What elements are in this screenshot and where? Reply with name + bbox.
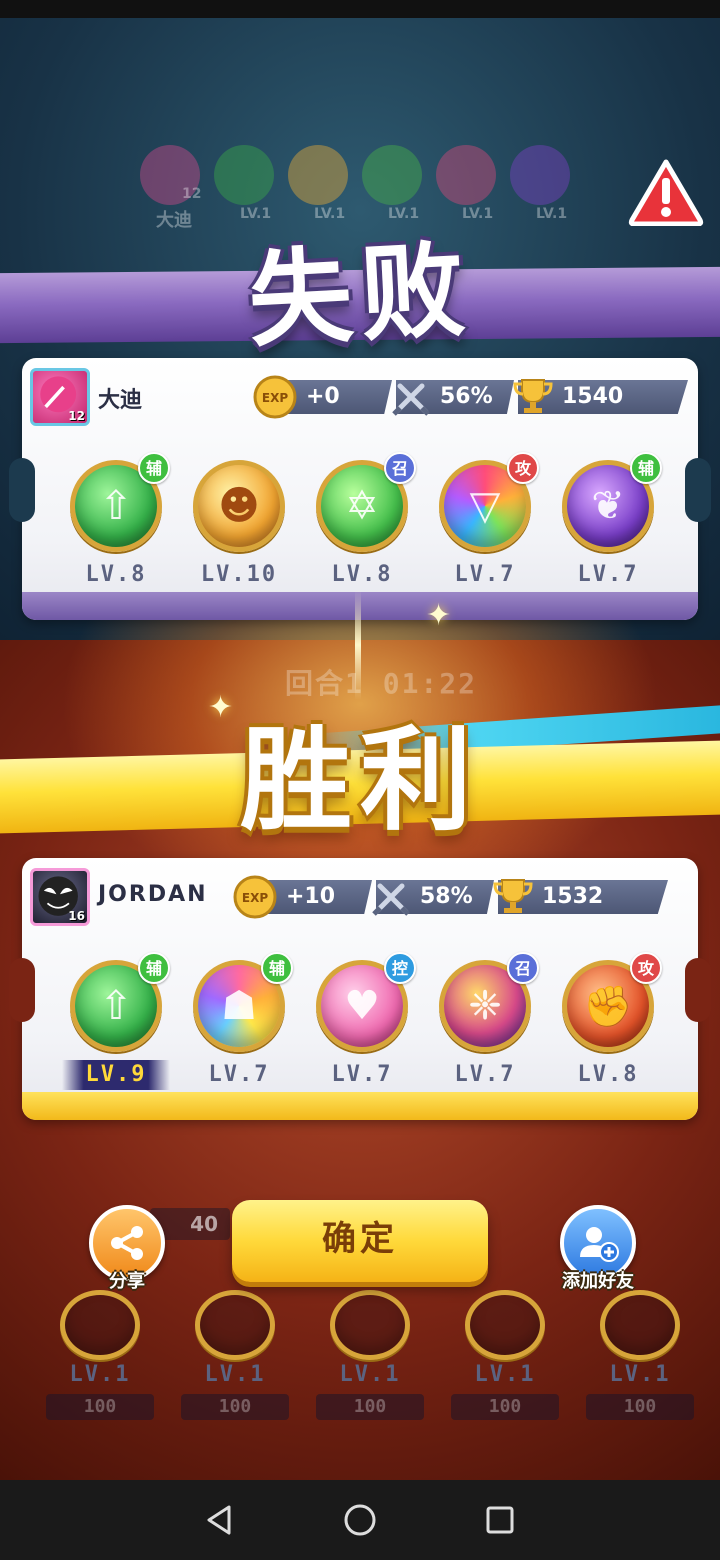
equipment-level: LV.7 [208, 1062, 270, 1087]
loser-equipment-row: ⇧ 辅 LV.8 ☻ LV.10 ✡ 召 LV.8 ▽ 攻 LV.7 ❦ 辅 L… [62, 452, 662, 590]
equipment-level: LV.7 [454, 562, 516, 587]
home-nav-icon[interactable] [335, 1495, 385, 1545]
confirm-button[interactable]: 确定 [232, 1200, 488, 1282]
background-orb-level: 12 [182, 186, 202, 202]
equipment-slot[interactable]: ▽ 攻 LV.7 [431, 452, 539, 590]
role-badge: 召 [507, 952, 539, 984]
avatar-level: 16 [68, 909, 85, 923]
card-notch [685, 458, 711, 522]
equipment-level: LV.10 [200, 562, 278, 587]
background-slot-level: LV.1 [69, 1362, 131, 1387]
role-badge: 召 [384, 452, 416, 484]
card-notch [685, 958, 711, 1022]
back-nav-icon[interactable] [195, 1495, 245, 1545]
role-badge: 辅 [261, 952, 293, 984]
equipment-level: LV.8 [577, 1062, 639, 1087]
exp-coin-icon: EXP [253, 375, 297, 419]
exp-coin-icon: EXP [233, 875, 277, 919]
card-notch [9, 958, 35, 1022]
exp-value: +10 [286, 884, 336, 909]
equipment-slot[interactable]: ☻ LV.10 [185, 460, 293, 590]
win-rate-value: 56% [440, 384, 493, 409]
background-slot-sp: 100 [181, 1394, 289, 1420]
exp-coin-label: EXP [262, 391, 288, 405]
role-badge: 辅 [630, 452, 662, 484]
role-badge: 控 [384, 952, 416, 984]
add-friend-label: 添加好友 [562, 1271, 634, 1292]
background-slot-sp: 100 [46, 1394, 154, 1420]
winner-equipment-row: ⇧ 辅 LV.9 ☗ 辅 LV.7 ♥ 控 LV.7 ❈ 召 LV.7 ✊ 攻 … [62, 952, 662, 1090]
equipment-level: LV.8 [331, 562, 393, 587]
avatar[interactable]: 12 [30, 368, 90, 426]
share-label: 分享 [109, 1271, 145, 1292]
crossed-swords-icon [372, 883, 410, 916]
share-button[interactable]: 分享 [82, 1205, 172, 1293]
background-bottom-row: LV.1 100 LV.1 100 LV.1 100 LV.1 100 LV.1… [40, 1290, 700, 1420]
loser-result-card: 12 大迪 +0 EXP 56% 1540 ⇧ 辅 LV.8 ☻ LV.10 ✡… [9, 358, 711, 620]
equipment-slot[interactable]: ✡ 召 LV.8 [308, 452, 416, 590]
pumpkin-orb-icon: ☻ [193, 460, 285, 552]
player-name: JORDAN [98, 882, 208, 907]
background-orb-row [140, 145, 570, 205]
equipment-level: LV.7 [454, 1062, 516, 1087]
background-slot-sp: 100 [451, 1394, 559, 1420]
victory-title: 胜利 [240, 716, 480, 846]
equipment-level: LV.8 [85, 562, 147, 587]
trophy-value: 1540 [562, 384, 624, 409]
background-slot: LV.1 100 [445, 1290, 565, 1420]
avatar-level: 12 [68, 409, 85, 423]
equipment-slot[interactable]: ❈ 召 LV.7 [431, 952, 539, 1090]
role-badge: 攻 [630, 952, 662, 984]
equipment-level: LV.9 [62, 1060, 170, 1090]
status-bar [0, 0, 720, 18]
equipment-slot[interactable]: ⇧ 辅 LV.9 [62, 952, 170, 1090]
crossed-swords-icon [392, 383, 430, 416]
background-slot-level: LV.1 [609, 1362, 671, 1387]
light-beam [355, 590, 361, 700]
system-nav-bar [0, 1480, 720, 1560]
recents-nav-icon[interactable] [475, 1495, 525, 1545]
add-friend-button[interactable]: 添加好友 [548, 1205, 648, 1293]
card-footer [22, 1092, 698, 1120]
equipment-slot[interactable]: ❦ 辅 LV.7 [554, 452, 662, 590]
equipment-level: LV.7 [577, 562, 639, 587]
equipment-slot[interactable]: ⇧ 辅 LV.8 [62, 452, 170, 590]
role-badge: 辅 [138, 452, 170, 484]
background-slot: LV.1 100 [310, 1290, 430, 1420]
card-notch [9, 458, 35, 522]
loser-player-row: 12 大迪 +0 EXP 56% 1540 [30, 366, 690, 426]
background-slot-level: LV.1 [204, 1362, 266, 1387]
exp-value: +0 [306, 384, 340, 409]
background-slot: LV.1 100 [40, 1290, 160, 1420]
equipment-slot[interactable]: ☗ 辅 LV.7 [185, 952, 293, 1090]
player-name: 大迪 [98, 388, 143, 413]
background-orb [436, 145, 496, 205]
background-orb [362, 145, 422, 205]
background-slot: LV.1 100 [175, 1290, 295, 1420]
background-slot-level: LV.1 [339, 1362, 401, 1387]
background-orb [288, 145, 348, 205]
trophy-icon [513, 379, 553, 413]
win-rate-value: 58% [420, 884, 473, 909]
background-slot-sp: 100 [316, 1394, 424, 1420]
equipment-slot[interactable]: ✊ 攻 LV.8 [554, 952, 662, 1090]
sparkle-icon: ✦ [426, 598, 452, 633]
background-slot: LV.1 100 [580, 1290, 700, 1420]
background-slot-level: LV.1 [474, 1362, 536, 1387]
role-badge: 攻 [507, 452, 539, 484]
trophy-icon [493, 879, 533, 913]
background-slot-sp: 100 [586, 1394, 694, 1420]
equipment-slot[interactable]: ♥ 控 LV.7 [308, 952, 416, 1090]
winner-player-row: 16 JORDAN +10 EXP 58% 1532 [30, 866, 690, 926]
trophy-value: 1532 [542, 884, 604, 909]
avatar[interactable]: 16 [30, 868, 90, 926]
background-orb [510, 145, 570, 205]
equipment-level: LV.7 [331, 1062, 393, 1087]
winner-result-card: 16 JORDAN +10 EXP 58% 1532 ⇧ 辅 LV.9 ☗ 辅 … [9, 858, 711, 1120]
exp-coin-label: EXP [242, 891, 268, 905]
background-orb [214, 145, 274, 205]
role-badge: 辅 [138, 952, 170, 984]
